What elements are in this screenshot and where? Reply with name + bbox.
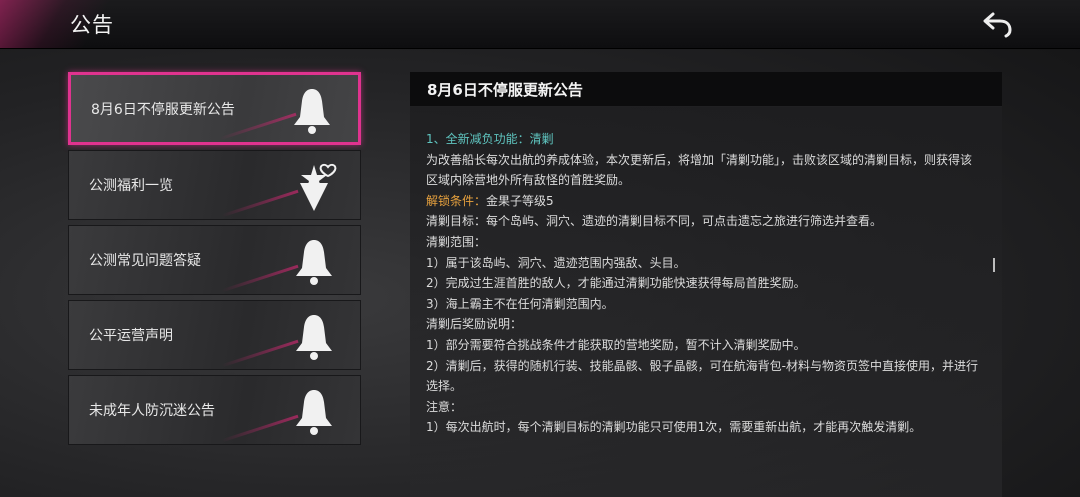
- paragraph: 2）清剿后，获得的随机行装、技能晶骸、骰子晶骸，可在航海背包-材料与物资页签中直…: [426, 358, 978, 394]
- announcement-list: 8月6日不停服更新公告 公测福利一览 公测常见问题答疑 公平运营声明 未成年人防…: [68, 72, 365, 450]
- page-title: 公告: [70, 13, 114, 37]
- paragraph: 清剿后奖励说明：: [426, 317, 523, 332]
- announcement-item-faq[interactable]: 公测常见问题答疑: [68, 225, 361, 295]
- paragraph: 1）每次出航时，每个清剿目标的清剿功能只可使用1次，需要重新出航，才能再次触发清…: [426, 420, 922, 435]
- paragraph: 1）属于该岛屿、洞穴、遗迹范围内强敌、头目。: [426, 255, 686, 270]
- announcement-label: 公测常见问题答疑: [89, 253, 201, 269]
- top-bar: 公告: [0, 0, 1080, 49]
- announcement-label: 公平运营声明: [89, 328, 173, 344]
- announcement-item-fair-play[interactable]: 公平运营声明: [68, 300, 361, 370]
- scrollbar[interactable]: [993, 258, 995, 272]
- unlock-value: 金果子等级5: [486, 193, 554, 208]
- bell-icon: [296, 240, 332, 285]
- announcement-item-benefits[interactable]: 公测福利一览: [68, 150, 361, 220]
- content-title: 8月6日不停服更新公告: [427, 81, 583, 99]
- announcement-content: 8月6日不停服更新公告 1、全新减负功能：清剿 为改善船长每次出航的养成体验，本…: [410, 72, 1002, 497]
- content-header: 8月6日不停服更新公告: [410, 72, 1002, 107]
- announcement-label: 未成年人防沉迷公告: [89, 403, 215, 419]
- announcement-label: 公测福利一览: [89, 178, 173, 194]
- paragraph: 解锁条件：金果子等级5: [426, 191, 982, 212]
- back-arrow-icon: [983, 12, 1012, 38]
- announcement-item-minors[interactable]: 未成年人防沉迷公告: [68, 375, 361, 445]
- paragraph: 清剿目标：每个岛屿、洞穴、遗迹的清剿目标不同，可点击遗忘之旅进行筛选并查看。: [426, 214, 883, 229]
- bell-icon: [296, 315, 332, 360]
- unlock-label: 解锁条件：: [426, 193, 487, 208]
- bell-icon: [294, 89, 330, 134]
- announcement-label: 8月6日不停服更新公告: [91, 101, 235, 118]
- announcement-item-update[interactable]: 8月6日不停服更新公告: [68, 72, 361, 145]
- gift-bouquet-icon: [300, 163, 337, 211]
- paragraph: 1）部分需要符合挑战条件才能获取的营地奖励，暂不计入清剿奖励中。: [426, 337, 806, 352]
- back-button[interactable]: [982, 10, 1014, 38]
- section-heading: 1、全新减负功能：清剿: [426, 132, 554, 146]
- content-body[interactable]: 1、全新减负功能：清剿 为改善船长每次出航的养成体验，本次更新后，将增加「清剿功…: [410, 106, 1002, 497]
- bell-icon: [296, 390, 332, 435]
- announcement-text: 1、全新减负功能：清剿 为改善船长每次出航的养成体验，本次更新后，将增加「清剿功…: [426, 129, 982, 438]
- paragraph: 2）完成过生涯首胜的敌人，才能通过清剿功能快速获得每局首胜奖励。: [426, 276, 806, 291]
- paragraph: 为改善船长每次出航的养成体验，本次更新后，将增加「清剿功能」，击败该区域的清剿目…: [426, 152, 973, 188]
- paragraph: 清剿范围：: [426, 234, 487, 249]
- paragraph: 3）海上霸主不在任何清剿范围内。: [426, 296, 614, 311]
- paragraph: 注意：: [426, 399, 463, 414]
